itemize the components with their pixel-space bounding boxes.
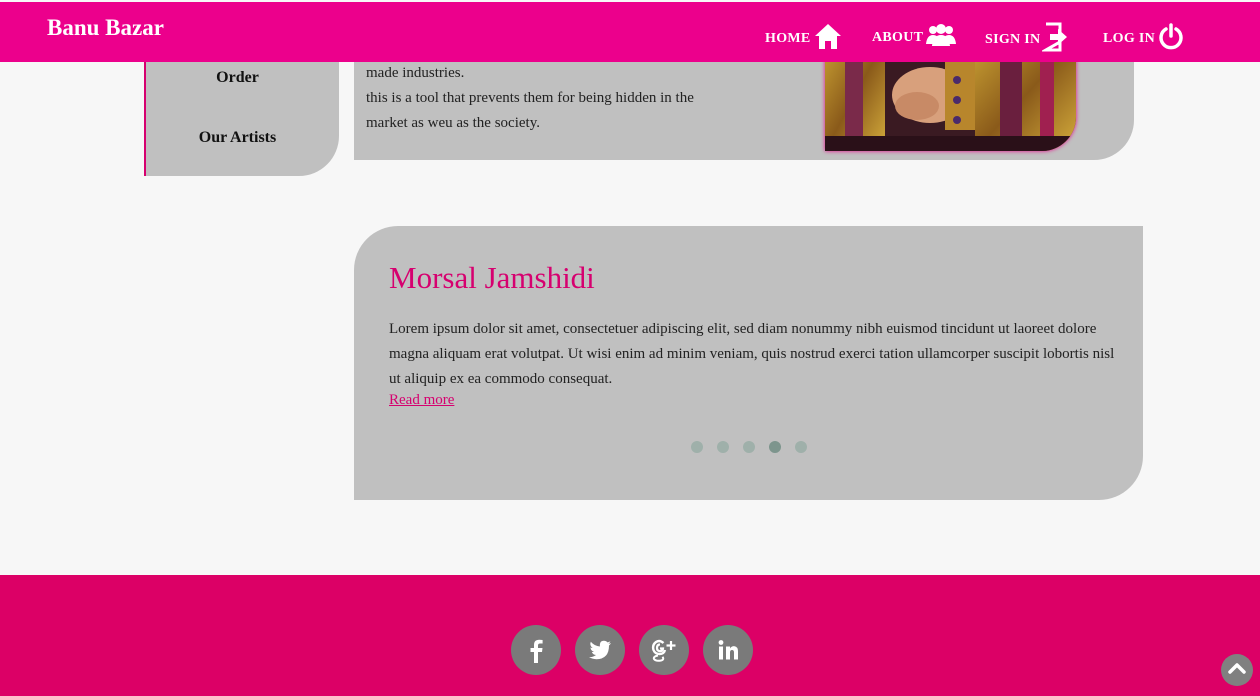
linkedin-icon[interactable] bbox=[703, 625, 753, 675]
top-nav-bar: Banu Bazar HOME ABOUT SIGN IN LOG IN bbox=[0, 2, 1260, 62]
users-icon bbox=[925, 22, 957, 48]
brand-logo-text[interactable]: Banu Bazar bbox=[47, 15, 164, 41]
facebook-icon[interactable] bbox=[511, 625, 561, 675]
nav-home-link[interactable]: HOME bbox=[765, 22, 843, 50]
slider-dot-3[interactable] bbox=[743, 441, 755, 453]
read-more-link[interactable]: Read more bbox=[389, 392, 454, 409]
testimonial-slider: Morsal Jamshidi Lorem ipsum dolor sit am… bbox=[354, 226, 1143, 500]
intro-text-line-2: this is a tool that prevents them for be… bbox=[366, 90, 694, 106]
sign-in-icon bbox=[1042, 22, 1070, 52]
intro-text-line-3: market as weu as the society. bbox=[366, 115, 540, 131]
footer bbox=[0, 575, 1260, 696]
nav-sign-in-link[interactable]: SIGN IN bbox=[985, 22, 1070, 52]
sidebar-item-order[interactable]: Order bbox=[146, 69, 329, 87]
twitter-icon[interactable] bbox=[575, 625, 625, 675]
nav-home-label: HOME bbox=[765, 31, 811, 46]
nav-log-in-label: LOG IN bbox=[1103, 31, 1155, 46]
nav-about-link[interactable]: ABOUT bbox=[872, 22, 957, 48]
home-icon bbox=[813, 22, 843, 50]
slider-dots bbox=[691, 441, 807, 453]
scroll-to-top-button[interactable] bbox=[1221, 654, 1253, 686]
sidebar-item-our-artists[interactable]: Our Artists bbox=[146, 129, 329, 147]
slider-dot-4[interactable] bbox=[769, 441, 781, 453]
testimonial-body: Lorem ipsum dolor sit amet, consectetuer… bbox=[389, 321, 1115, 387]
nav-sign-in-label: SIGN IN bbox=[985, 32, 1041, 47]
nav-log-in-link[interactable]: LOG IN bbox=[1103, 22, 1185, 50]
slider-dot-5[interactable] bbox=[795, 441, 807, 453]
nav-about-label: ABOUT bbox=[872, 30, 924, 45]
chevron-up-icon bbox=[1228, 661, 1246, 679]
slider-dot-1[interactable] bbox=[691, 441, 703, 453]
intro-text-line-1: made industries. bbox=[366, 65, 465, 81]
testimonial-name: Morsal Jamshidi bbox=[389, 260, 595, 295]
slider-dot-2[interactable] bbox=[717, 441, 729, 453]
power-icon bbox=[1157, 22, 1185, 50]
google-plus-icon[interactable] bbox=[639, 625, 689, 675]
